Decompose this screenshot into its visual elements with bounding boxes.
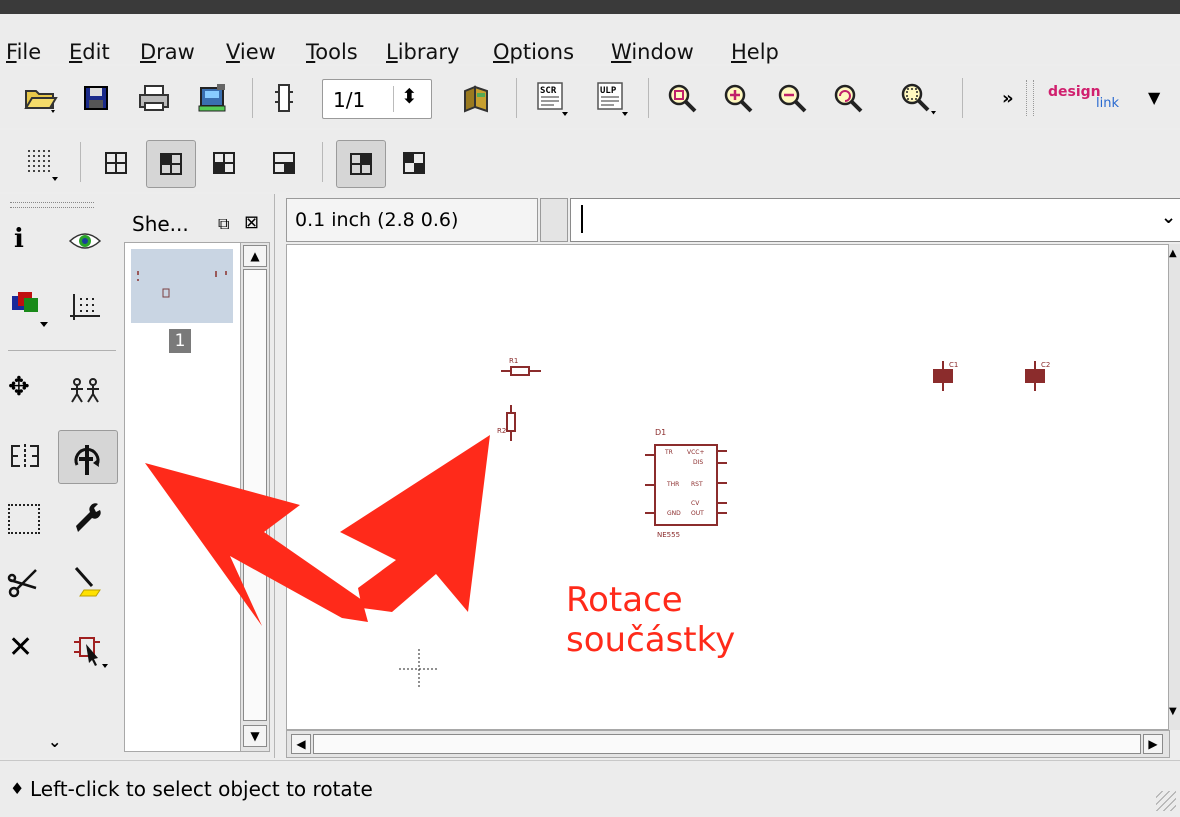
resize-grip[interactable] (1156, 791, 1176, 811)
annotation-arrows (145, 435, 490, 626)
status-bullet-icon: ♦ (10, 779, 25, 798)
annotation-line-1: Rotace (566, 580, 683, 620)
annotation-text: Rotace součástky (566, 580, 735, 660)
annotation-line-2: součástky (566, 620, 736, 660)
status-message: Left-click to select object to rotate (30, 777, 373, 801)
status-bar: ♦ Left-click to select object to rotate (0, 760, 1180, 817)
arrow-to-part (340, 435, 490, 612)
arrow-to-rotate-tool (145, 463, 368, 626)
